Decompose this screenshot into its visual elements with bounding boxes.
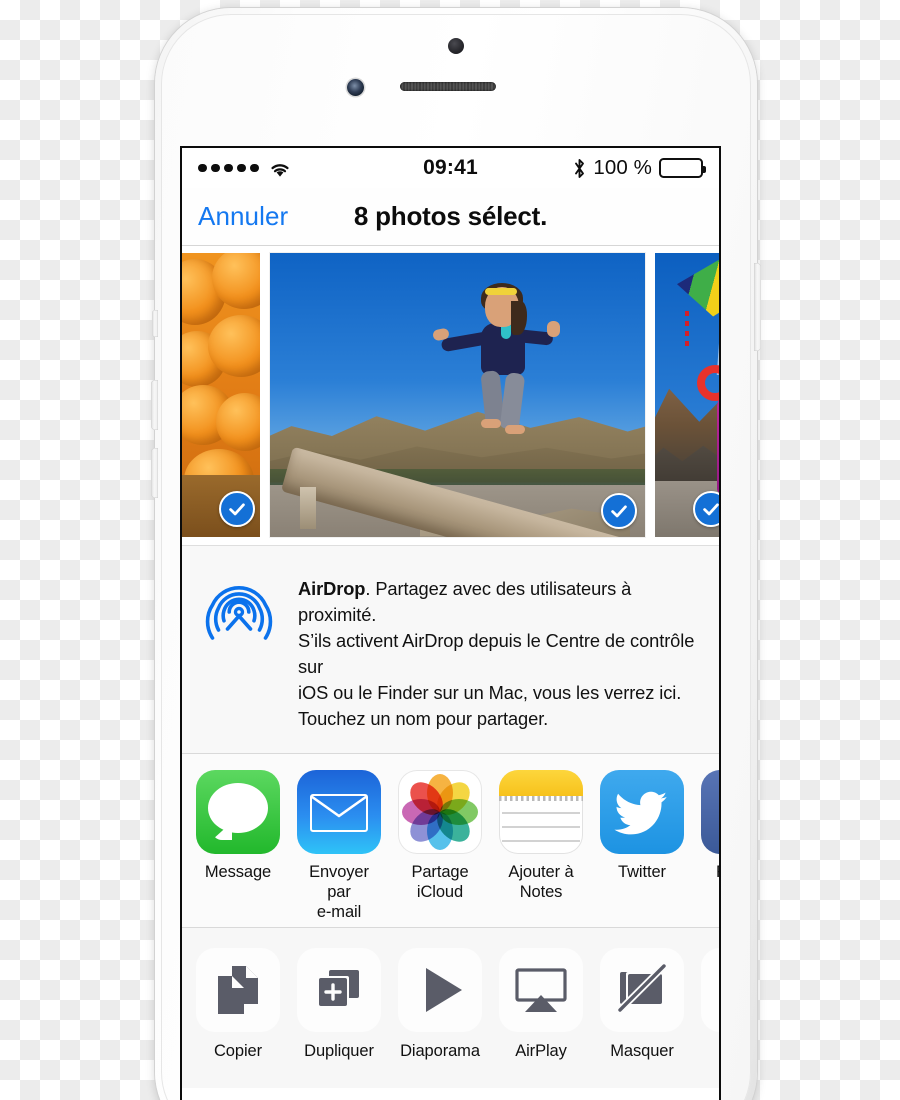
volume-down-button[interactable] xyxy=(151,448,158,498)
twitter-icon[interactable] xyxy=(600,770,684,854)
more-actions-icon[interactable] xyxy=(701,948,719,1032)
speaker-grille xyxy=(400,82,496,91)
action-slideshow[interactable]: Diaporama xyxy=(398,948,482,1061)
phone-screen: 09:41 100 % Annuler 8 photos sélect. Air… xyxy=(182,148,719,1100)
share-target-mail[interactable]: Envoyer par e-mail xyxy=(297,770,381,922)
photo-thumbnail-girl-on-log[interactable] xyxy=(270,252,645,537)
share-target-label: Twitter xyxy=(618,863,666,881)
messages-icon[interactable] xyxy=(196,770,280,854)
airdrop-line-4: Touchez un nom pour partager. xyxy=(298,708,549,729)
action-label: Copier xyxy=(213,1042,262,1060)
share-target-label-line2: iCloud xyxy=(416,883,464,901)
mail-icon[interactable] xyxy=(297,770,381,854)
photo-thumbnail-pumpkins[interactable] xyxy=(182,252,260,537)
share-target-label: Message xyxy=(204,863,272,881)
power-button[interactable] xyxy=(754,263,761,351)
navigation-bar: Annuler 8 photos sélect. xyxy=(182,188,719,246)
photos-icon[interactable] xyxy=(398,770,482,854)
front-camera-icon xyxy=(347,79,364,96)
airdrop-line-3: iOS ou le Finder sur un Mac, vous les ve… xyxy=(298,682,682,703)
airdrop-line-2: S’ils activent AirDrop depuis le Centre … xyxy=(298,630,695,677)
airplay-icon[interactable] xyxy=(499,948,583,1032)
share-target-icloud-photo-sharing[interactable]: Partage iCloud xyxy=(398,770,482,902)
photo-selected-checkmark-icon[interactable] xyxy=(601,492,637,529)
status-bar: 09:41 100 % xyxy=(182,148,719,188)
action-duplicate[interactable]: Dupliquer xyxy=(297,948,381,1061)
share-target-label-line1: Envoyer par xyxy=(309,863,369,901)
girl-figure xyxy=(431,282,563,437)
action-airplay[interactable]: AirPlay xyxy=(499,948,583,1061)
action-label: Dupliquer xyxy=(304,1042,374,1060)
duplicate-icon[interactable] xyxy=(297,948,381,1032)
action-label: Masquer xyxy=(610,1042,674,1060)
selected-photos-strip[interactable] xyxy=(182,246,719,546)
share-target-label: F xyxy=(701,862,719,882)
slideshow-play-icon[interactable] xyxy=(398,948,482,1032)
mute-switch[interactable] xyxy=(152,310,158,337)
photo-selected-checkmark-icon[interactable] xyxy=(219,490,255,527)
share-target-twitter[interactable]: Twitter xyxy=(600,770,684,882)
facebook-icon[interactable] xyxy=(701,770,719,854)
airdrop-title: AirDrop xyxy=(298,578,366,599)
status-bar-time: 09:41 xyxy=(423,156,478,179)
share-app-row[interactable]: Message Envoyer par e-mail Partage iClou… xyxy=(182,754,719,928)
girl-on-log-image xyxy=(270,252,645,537)
photo-selected-checkmark-icon[interactable] xyxy=(693,490,719,527)
cancel-button[interactable]: Annuler xyxy=(198,201,288,232)
share-target-label-line2: e-mail xyxy=(316,903,362,921)
page-root: 09:41 100 % Annuler 8 photos sélect. Air… xyxy=(0,0,900,1100)
photo-thumbnail-kite[interactable] xyxy=(655,252,719,537)
pumpkins-image xyxy=(182,252,260,537)
share-action-row[interactable]: Copier Dupliquer Diaporama AirPlay Masqu… xyxy=(182,928,719,1088)
volume-up-button[interactable] xyxy=(151,380,158,430)
notes-icon[interactable] xyxy=(499,770,583,854)
hide-icon[interactable] xyxy=(600,948,684,1032)
share-target-label: Partage iCloud xyxy=(398,862,482,902)
action-copy[interactable]: Copier xyxy=(196,948,280,1061)
copy-icon[interactable] xyxy=(196,948,280,1032)
battery-full-icon xyxy=(659,158,707,178)
action-hide[interactable]: Masquer xyxy=(600,948,684,1061)
action-more[interactable] xyxy=(701,948,719,1042)
share-target-label: Envoyer par e-mail xyxy=(297,862,381,922)
share-target-notes[interactable]: Ajouter à Notes xyxy=(499,770,583,902)
airdrop-icon xyxy=(202,572,276,654)
proximity-sensor-dot xyxy=(448,38,464,54)
iphone-device: 09:41 100 % Annuler 8 photos sélect. Air… xyxy=(151,8,761,1100)
action-label: AirPlay xyxy=(515,1042,567,1060)
share-target-facebook[interactable]: F xyxy=(701,770,719,882)
share-target-label-line1: Ajouter à xyxy=(508,863,574,881)
share-target-message[interactable]: Message xyxy=(196,770,280,882)
share-target-label-line1: Partage xyxy=(411,863,469,881)
share-target-label: Ajouter à Notes xyxy=(499,862,583,902)
action-label: Diaporama xyxy=(400,1042,480,1060)
airdrop-section: AirDrop. Partagez avec des utilisateurs … xyxy=(182,546,719,754)
share-target-label-line2: Notes xyxy=(519,883,563,901)
airdrop-description: AirDrop. Partagez avec des utilisateurs … xyxy=(298,572,699,753)
